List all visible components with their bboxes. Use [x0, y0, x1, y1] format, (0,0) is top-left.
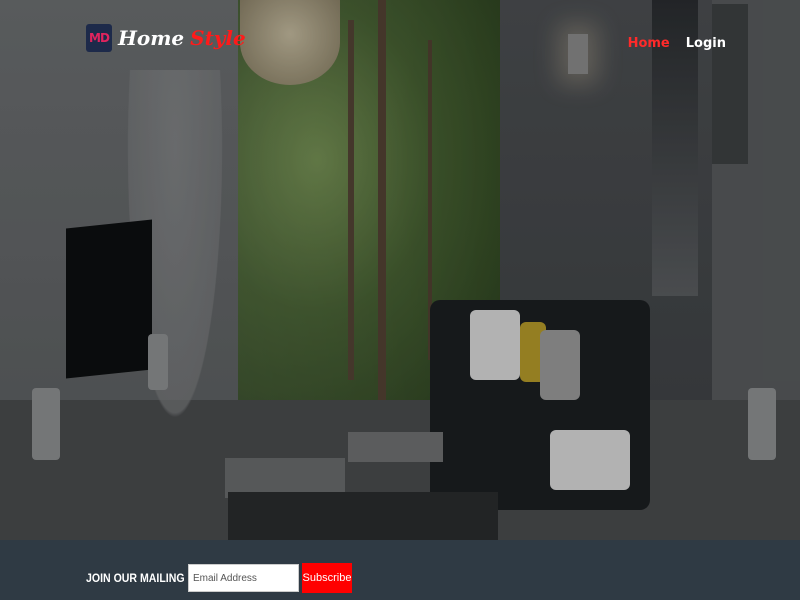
brand[interactable]: MD Home Style [86, 24, 246, 52]
email-field[interactable] [188, 564, 299, 592]
brand-name-home: Home [118, 26, 185, 50]
main-nav: Home Login [628, 36, 726, 51]
brand-name-style: Style [190, 26, 246, 50]
mailing-list-bar [0, 540, 800, 600]
logo-mark: MD [89, 31, 110, 45]
hero-overlay [0, 0, 800, 540]
md-logo-icon: MD [86, 24, 112, 52]
nav-login-link[interactable]: Login [686, 36, 726, 51]
subscribe-button[interactable]: Subscribe [302, 563, 352, 593]
hero-image [0, 0, 800, 540]
nav-home-link[interactable]: Home [628, 36, 670, 51]
